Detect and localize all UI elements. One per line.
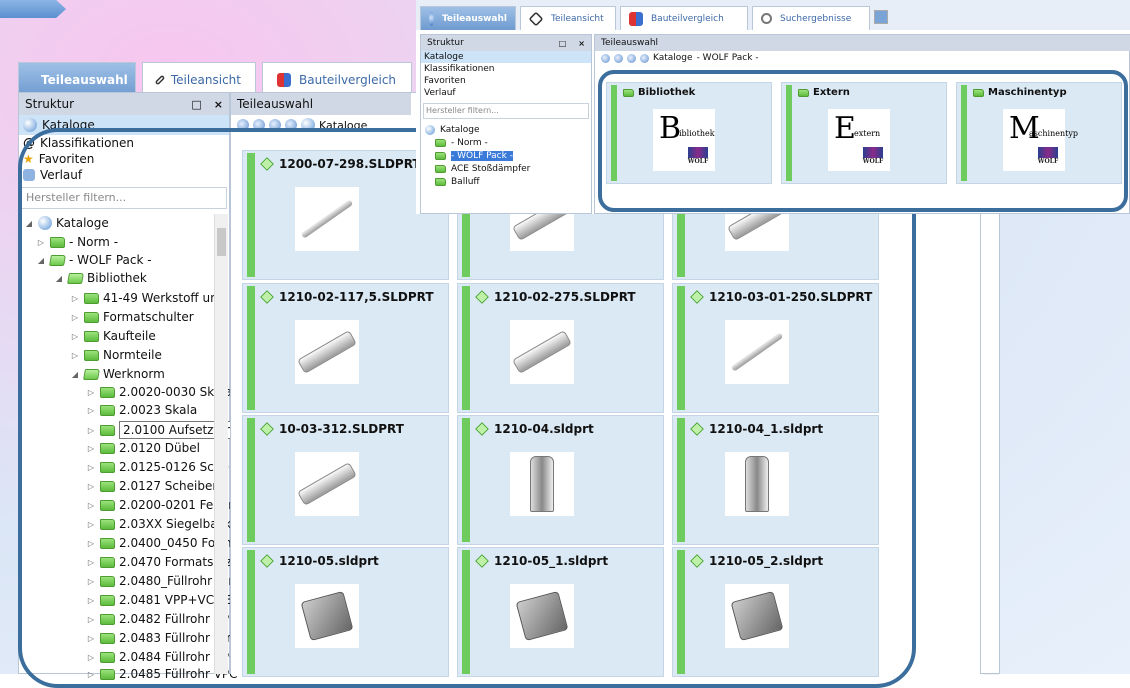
inset-breadcrumb: Kataloge - WOLF Pack -	[595, 51, 1129, 65]
main-tabbar: Teileauswahl Teileansicht Bauteilverglei…	[18, 62, 412, 96]
compare-icon	[277, 72, 291, 87]
inset-nav-kataloge[interactable]: Kataloge	[421, 51, 591, 63]
structure-header: Struktur □ ×	[19, 93, 229, 115]
inset-tab-suchergebnisse[interactable]: Suchergebnisse	[752, 6, 870, 30]
tab-bauteilvergleich[interactable]: Bauteilvergleich	[262, 62, 412, 96]
refresh-icon[interactable]	[640, 53, 649, 63]
forward-icon[interactable]	[614, 53, 623, 63]
tab-teileansicht[interactable]: Teileansicht	[142, 62, 256, 96]
compare-icon	[629, 11, 643, 26]
inset-main-header: Teileauswahl	[595, 35, 1130, 51]
inset-tree-item[interactable]: - Norm -	[421, 136, 591, 149]
tab-teileauswahl[interactable]: Teileauswahl	[18, 62, 136, 96]
cube-icon	[154, 74, 166, 85]
main-header: Teileauswahl	[231, 93, 411, 115]
close-icon[interactable]: ×	[578, 39, 585, 48]
close-icon[interactable]: ×	[214, 98, 223, 111]
back-icon[interactable]	[601, 53, 610, 63]
arrow-decoration	[0, 0, 66, 18]
inset-structure-header: Struktur □ ×	[421, 35, 591, 51]
inset-tree-item[interactable]: ACE Stoßdämpfer	[421, 162, 591, 175]
cube-icon	[528, 11, 544, 26]
inset-filter-input[interactable]: Hersteller filtern...	[423, 103, 589, 119]
catalog-icon	[23, 118, 37, 132]
inset-tab-bauteilvergleich[interactable]: Bauteilvergleich	[620, 6, 748, 30]
home-icon[interactable]	[627, 53, 636, 63]
inset-nav-favoriten[interactable]: Favoriten	[421, 75, 591, 87]
add-tab-button[interactable]	[874, 10, 888, 24]
inset-tree-item[interactable]: Balluff	[421, 175, 591, 188]
maximize-icon[interactable]: □	[559, 39, 567, 48]
inset-tabbar: Teileauswahl Teileansicht Bauteilverglei…	[416, 0, 1130, 30]
inset-tree-item[interactable]: - WOLF Pack -	[421, 149, 591, 162]
catalog-icon	[429, 11, 434, 26]
inset-tree-item[interactable]: Kataloge	[421, 123, 591, 136]
search-icon	[761, 13, 772, 24]
inset-nav-verlauf[interactable]: Verlauf	[421, 87, 591, 99]
inset-nav-klassifikationen[interactable]: Klassifikationen	[421, 63, 591, 75]
maximize-icon[interactable]: □	[191, 98, 201, 111]
inset-tab-teileauswahl[interactable]: Teileauswahl	[420, 6, 516, 30]
inset-structure-panel: Struktur □ × Kataloge Klassifikationen Fav…	[420, 34, 592, 214]
inset-tab-teileansicht[interactable]: Teileansicht	[520, 6, 616, 30]
highlight-ring-inset	[598, 70, 1128, 212]
